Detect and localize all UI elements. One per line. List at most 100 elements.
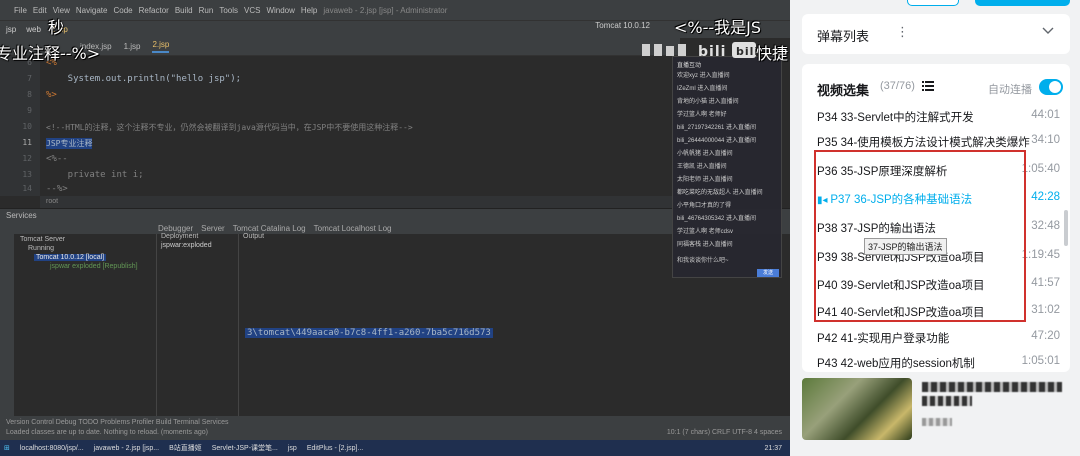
tree-item: Tomcat 10.0.12 [local] [34, 254, 107, 261]
menu-tools: Tools [219, 5, 238, 15]
editor-tabs: index.jsp 1.jsp 2.jsp [0, 38, 680, 56]
tab-catalina-log: Tomcat Catalina Log [232, 223, 306, 233]
chevron-down-icon[interactable] [1042, 26, 1054, 38]
danmaku-list-title: 弹幕列表 [817, 29, 870, 44]
code-line: System.out.println("hello jsp"); [46, 74, 242, 84]
chat-send-button: 发送 [757, 269, 779, 277]
taskbar-item: B站直播姬 [169, 445, 202, 452]
recommended-thumbnail[interactable] [802, 378, 912, 440]
episode-duration: 1:05:40 [1021, 163, 1060, 175]
chat-item: 学过篮人啊 老师好 [677, 112, 727, 118]
episode-duration: 1:05:01 [1021, 355, 1060, 367]
taskbar-item: jsp [287, 444, 297, 452]
line-number: 9 [27, 106, 32, 115]
ide-menubar: File Edit View Navigate Code Refactor Bu… [0, 0, 790, 20]
selection-title: 视频选集 [817, 83, 870, 98]
chat-item: bili_26444000044 进入直播间 [677, 138, 757, 144]
chat-input: 和我谈谈你什么吧~ [677, 258, 729, 264]
run-config: Tomcat 10.0.12 [595, 21, 650, 30]
path-project: jsp [6, 25, 17, 34]
recommended-title-blurred[interactable] [922, 382, 1062, 410]
services-side-toolbar [0, 234, 14, 416]
episode-item[interactable]: P35 34-使用模板方法设计模式解决类爆炸 34:10 [802, 127, 1070, 155]
episode-item[interactable]: P43 42-web应用的session机制 1:05:01 [802, 348, 1070, 372]
screen: File Edit View Navigate Code Refactor Bu… [0, 0, 1080, 456]
code-editor: 6 <% 7 System.out.println("hello jsp"); … [22, 56, 680, 196]
list-view-icon[interactable] [922, 80, 934, 94]
tab-server: Server [201, 223, 225, 233]
path-web: web [26, 25, 41, 34]
episode-duration: 47:20 [1031, 330, 1060, 342]
list-scrollbar[interactable] [1064, 210, 1068, 246]
more-icon[interactable]: ⋮ [896, 24, 909, 40]
video-player[interactable]: File Edit View Navigate Code Refactor Bu… [0, 0, 790, 456]
code-line: <%-- [46, 154, 68, 164]
svg-text:bili: bili [698, 44, 726, 60]
danmaku-list-panel[interactable]: 弹幕列表 ⋮ [802, 14, 1070, 54]
recommended-meta-blurred [922, 418, 952, 429]
chevron-down-svg [1042, 27, 1054, 34]
blurred-text-icon [922, 382, 1062, 392]
tree-item: Tomcat Server [20, 236, 66, 243]
episode-title: P34 33-Servlet中的注解式开发 [817, 112, 974, 124]
menu-edit: Edit [32, 5, 47, 15]
chat-item: 同福客栈 进入直播间 [677, 242, 733, 248]
autoplay-toggle[interactable] [1039, 79, 1063, 95]
menu-file: File [14, 5, 27, 15]
top-primary-button[interactable] [975, 0, 1070, 6]
recommended-video-card[interactable] [802, 378, 1070, 446]
video-selection-panel: 视频选集 (37/76) 自动连播 P34 33-Servlet中的注解式开发 … [802, 64, 1070, 372]
episode-item[interactable]: P34 33-Servlet中的注解式开发 44:01 [802, 102, 1070, 130]
episode-title: P43 42-web应用的session机制 [817, 358, 975, 370]
line-number: 12 [22, 154, 32, 163]
chat-item: 小帆帆猪 进入直播间 [677, 151, 733, 157]
menu-refactor: Refactor [138, 5, 169, 15]
episode-item-active[interactable]: ▮◂ P37 36-JSP的各种基础语法 42:28 [802, 184, 1070, 212]
blurred-text-icon [922, 418, 952, 426]
danmaku-comment: 快捷 [756, 44, 789, 63]
chat-item: 王德凯 进入直播间 [677, 164, 727, 170]
live-chat-panel: 直播互动 欢迎xyz 进入直播间 IZeZml 进入直播间 背地的小猫 进入直播… [672, 56, 782, 278]
line-number: 13 [22, 170, 32, 179]
menu-window: Window [266, 5, 295, 15]
right-sidebar: 弹幕列表 ⋮ 视频选集 (37/76) 自动连播 P34 33-Servlet中… [790, 0, 1080, 456]
selection-count: (37/76) [880, 80, 915, 92]
deployment-label: Deployment [161, 233, 199, 240]
output-line: 3\tomcat\449aaca0-b7c8-4ff1-a260-7ba5c71… [245, 328, 493, 338]
autoplay-label: 自动连播 [988, 84, 1032, 96]
editor-breadcrumb: root [40, 196, 680, 208]
taskbar-item: localhost:8080/jsp/... [19, 444, 84, 452]
episode-duration: 41:57 [1031, 277, 1060, 289]
episode-item[interactable]: P38 37-JSP的输出语法 32:48 [802, 213, 1070, 241]
tree-item: Running [28, 245, 55, 252]
chat-item: 学过篮人啊 老师cdsv [677, 229, 734, 235]
line-number: 7 [27, 74, 32, 83]
windows-icon: ⊞ [4, 445, 10, 452]
playing-icon: ▮◂ [817, 195, 831, 206]
ide-statusbar: Version Control Debug TODO Problems Prof… [0, 416, 790, 440]
top-outline-button[interactable] [907, 0, 959, 6]
menu-vcs: VCS [244, 5, 261, 15]
ide-window-title: javaweb - 2.jsp [jsp] - Administrator [323, 5, 448, 15]
episode-item[interactable]: P40 39-Servlet和JSP改造oa项目 41:57 [802, 270, 1070, 298]
episode-duration: 1:19:45 [1021, 249, 1060, 261]
episode-item[interactable]: P42 41-实现用户登录功能 47:20 [802, 323, 1070, 351]
tree-item: jspwar exploded [Republish] [50, 263, 138, 270]
line-number: 10 [22, 122, 32, 131]
status-tabs: Version Control Debug TODO Problems Prof… [6, 419, 229, 426]
tab-2-jsp: 2.jsp [152, 40, 170, 53]
menu-run: Run [198, 5, 214, 15]
episode-duration: 42:28 [1031, 191, 1060, 203]
tab-debugger: Debugger [158, 223, 194, 233]
episode-item[interactable]: P41 40-Servlet和JSP改造oa项目 31:02 [802, 297, 1070, 325]
danmaku-comment: 专业注释--%> [0, 44, 101, 63]
episode-item[interactable]: P36 35-JSP原理深度解析 1:05:40 [802, 156, 1070, 184]
episode-title: P35 34-使用模板方法设计模式解决类爆炸 [817, 137, 1030, 149]
episode-title: P36 35-JSP原理深度解析 [817, 166, 948, 178]
chat-item: 欢迎xyz 进入直播间 [677, 73, 730, 79]
menu-navigate: Navigate [75, 5, 108, 15]
episode-title: P40 39-Servlet和JSP改造oa项目 [817, 280, 985, 292]
line-number: 8 [27, 90, 32, 99]
line-number: 14 [22, 184, 32, 193]
menu-code: Code [113, 5, 133, 15]
